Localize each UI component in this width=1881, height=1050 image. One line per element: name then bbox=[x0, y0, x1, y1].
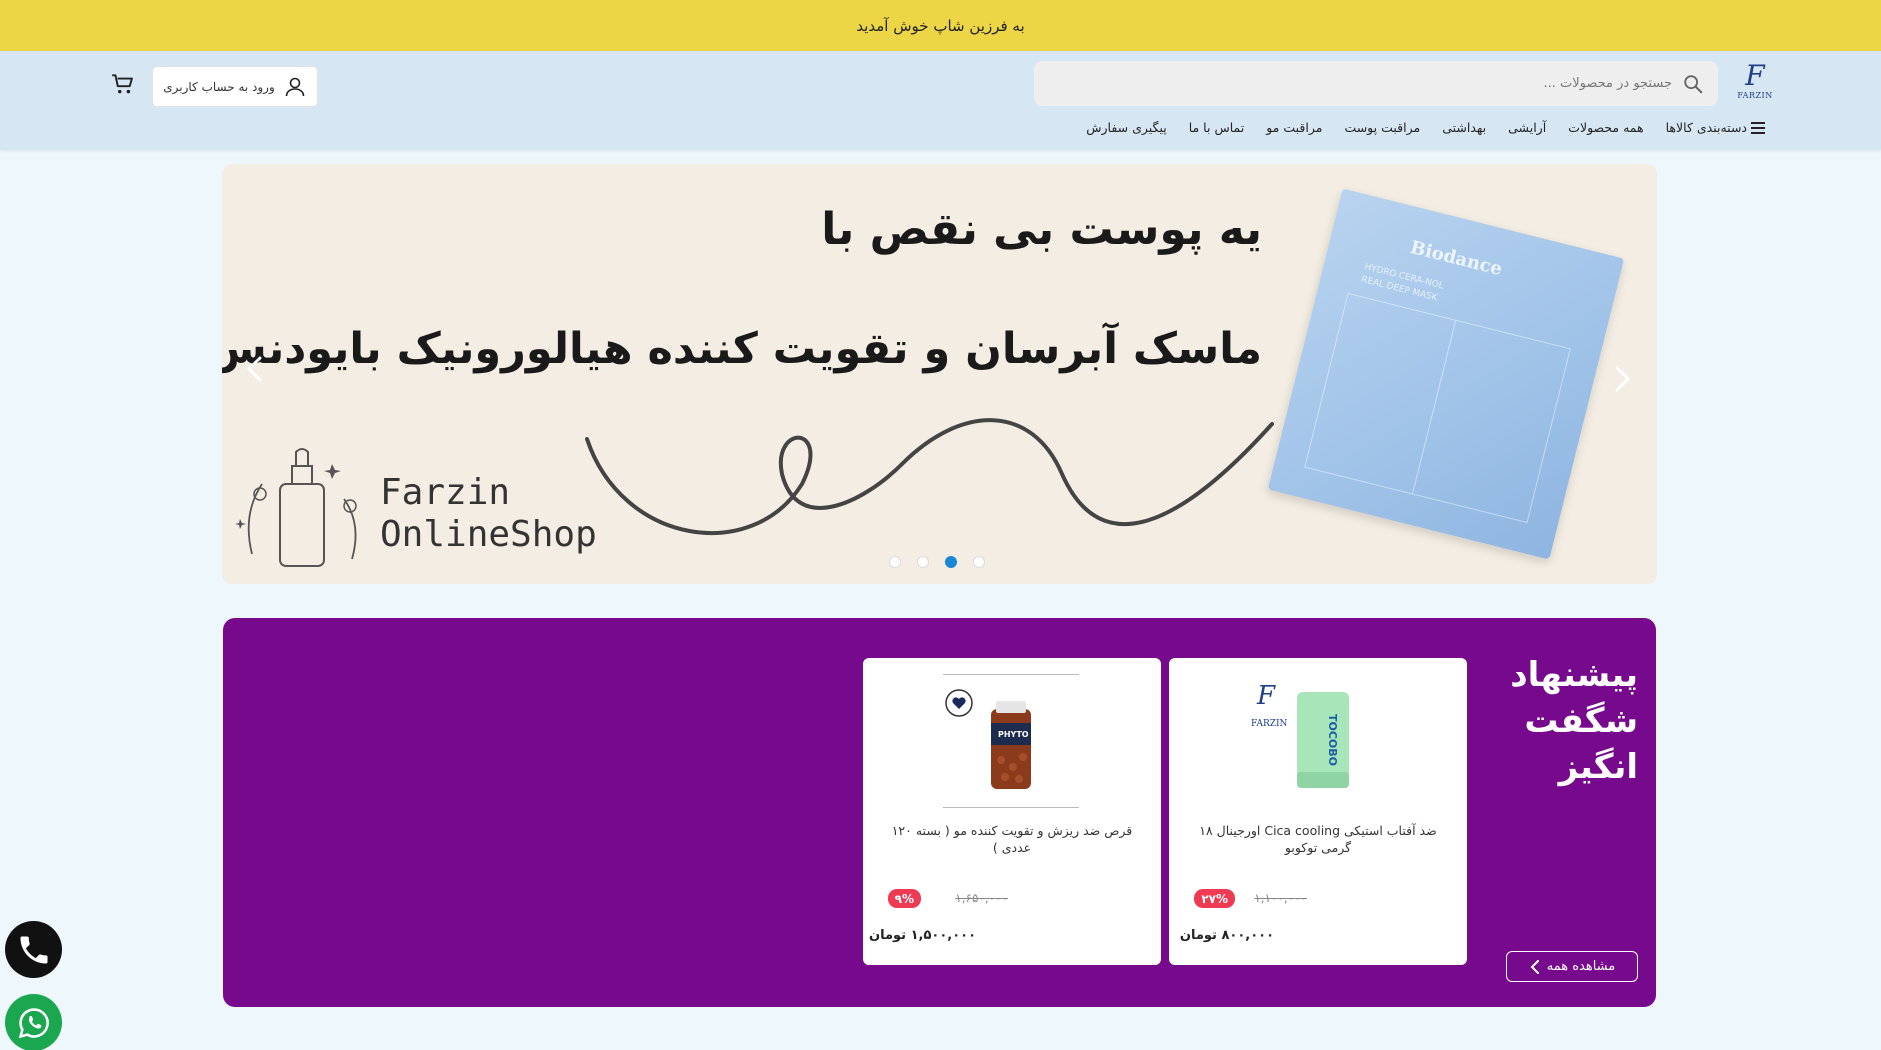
price: ۸۰۰,۰۰۰ تومان bbox=[1179, 928, 1274, 943]
old-price: ۱,۱۰۰,۰۰۰ bbox=[1254, 891, 1307, 905]
hero-slider[interactable]: یه پوست بی نقص با ماسک آبرسان و تقویت کن… bbox=[222, 164, 1657, 584]
discount-badge: ۹% bbox=[887, 889, 921, 908]
chevron-left-icon[interactable] bbox=[240, 354, 270, 384]
discount-badge: ۲۷% bbox=[1194, 889, 1235, 908]
hero-headline: یه پوست بی نقص با bbox=[821, 204, 1262, 255]
slider-dot[interactable] bbox=[917, 556, 929, 568]
user-icon bbox=[285, 77, 305, 96]
old-price: ۱,۶۵۰,۰۰۰ bbox=[955, 891, 1008, 905]
logo-text: FARZIN bbox=[1737, 91, 1773, 100]
nav-label: دسته‌بندی کالاها bbox=[1665, 120, 1747, 135]
product-name[interactable]: قرص ضد ریزش و تقویت کننده مو ( بسته ۱۲۰ … bbox=[877, 822, 1147, 856]
product-image: PHYTO bbox=[943, 674, 1079, 808]
hair-supplement-image: PHYTO bbox=[945, 689, 1031, 789]
chevron-left-icon bbox=[1530, 959, 1539, 974]
tocobo-label: TOCOBO bbox=[1326, 714, 1339, 766]
product-card[interactable]: PHYTO قرص ضد ریزش و تقویت کننده مو ( بست… bbox=[863, 658, 1161, 965]
mask-brand: Biodance bbox=[1408, 236, 1505, 281]
search-icon[interactable] bbox=[1682, 73, 1704, 95]
whatsapp-icon bbox=[18, 1007, 49, 1038]
slider-dots bbox=[889, 556, 985, 568]
main-nav: دسته‌بندی کالاها همه محصولات آرایشی بهدا… bbox=[1086, 120, 1765, 135]
mask-grid bbox=[1304, 292, 1571, 524]
nav-categories[interactable]: دسته‌بندی کالاها bbox=[1666, 120, 1765, 135]
slider-dot[interactable] bbox=[889, 556, 901, 568]
nav-hygiene[interactable]: بهداشتی bbox=[1442, 120, 1486, 135]
logo-mark: F bbox=[1745, 59, 1765, 92]
menu-icon bbox=[1751, 121, 1765, 134]
nav-label: تماس با ما bbox=[1188, 120, 1245, 135]
offer-title: پیشنهاد شگفت انگیز bbox=[1510, 655, 1638, 787]
chevron-right-icon[interactable] bbox=[1607, 364, 1637, 394]
product-card[interactable]: F FARZIN TOCOBO ضد آفتاب استیکی Cica coo… bbox=[1169, 658, 1467, 965]
shop-wordmark-line2: OnlineShop bbox=[380, 514, 597, 555]
slider-dot-active[interactable] bbox=[945, 556, 957, 568]
phyto-label: PHYTO bbox=[998, 730, 1029, 739]
see-all-button[interactable]: مشاهده همه bbox=[1506, 951, 1638, 982]
product-image: F FARZIN TOCOBO bbox=[1249, 674, 1385, 808]
phone-icon bbox=[20, 936, 47, 963]
nav-label: همه محصولات bbox=[1568, 120, 1644, 135]
shop-wordmark-line1: Farzin bbox=[380, 472, 511, 513]
farzin-logo-text: FARZIN bbox=[1251, 719, 1288, 729]
whatsapp-button[interactable] bbox=[5, 994, 62, 1050]
amazing-offer-section: پیشنهاد شگفت انگیز مشاهده همه F FARZIN T… bbox=[223, 618, 1656, 1007]
sunscreen-stick-image: F FARZIN TOCOBO bbox=[1251, 681, 1349, 788]
mask-product-image: Biodance HYDRO CERA-NOL REAL DEEP MASK bbox=[1267, 188, 1625, 560]
welcome-text: به فرزین شاپ خوش آمدید bbox=[856, 16, 1025, 35]
see-all-label: مشاهده همه bbox=[1546, 959, 1616, 974]
serum-bottle-illustration bbox=[235, 448, 357, 567]
nav-contact[interactable]: تماس با ما bbox=[1189, 120, 1245, 135]
nav-label: پیگیری سفارش bbox=[1086, 120, 1167, 135]
price: ۱,۵۰۰,۰۰۰ تومان bbox=[868, 928, 976, 943]
login-button[interactable]: ورود به حساب کاربری bbox=[152, 66, 318, 107]
nav-label: بهداشتی bbox=[1442, 120, 1487, 135]
nav-cosmetics[interactable]: آرایشی bbox=[1508, 120, 1546, 135]
nav-hair-care[interactable]: مراقبت مو bbox=[1266, 120, 1322, 135]
nav-order-tracking[interactable]: پیگیری سفارش bbox=[1086, 120, 1166, 135]
login-label: ورود به حساب کاربری bbox=[163, 79, 275, 94]
nav-skin-care[interactable]: مراقبت پوست bbox=[1344, 120, 1420, 135]
squiggle-decoration bbox=[585, 418, 1274, 535]
cart-icon[interactable] bbox=[110, 71, 136, 97]
nav-label: مراقبت پوست bbox=[1344, 120, 1421, 135]
search-bar bbox=[1034, 61, 1718, 106]
header: F FARZIN ورود به حساب کاربری دسته‌بندی ک… bbox=[0, 51, 1881, 150]
call-button[interactable] bbox=[5, 921, 62, 978]
svg-text:F: F bbox=[1256, 681, 1276, 711]
site-logo[interactable]: F FARZIN bbox=[1737, 61, 1773, 109]
search-input[interactable] bbox=[1072, 76, 1672, 91]
nav-label: آرایشی bbox=[1508, 120, 1547, 135]
shop-wordmark: Farzin OnlineShop bbox=[380, 472, 597, 556]
nav-all-products[interactable]: همه محصولات bbox=[1568, 120, 1643, 135]
product-name[interactable]: ضد آفتاب استیکی Cica cooling اورجینال ۱۸… bbox=[1183, 822, 1453, 856]
nav-label: مراقبت مو bbox=[1266, 120, 1323, 135]
welcome-bar: به فرزین شاپ خوش آمدید bbox=[0, 0, 1881, 51]
hero-subheadline: ماسک آبرسان و تقویت کننده هیالورونیک بای… bbox=[222, 324, 1262, 374]
slider-dot[interactable] bbox=[973, 556, 985, 568]
